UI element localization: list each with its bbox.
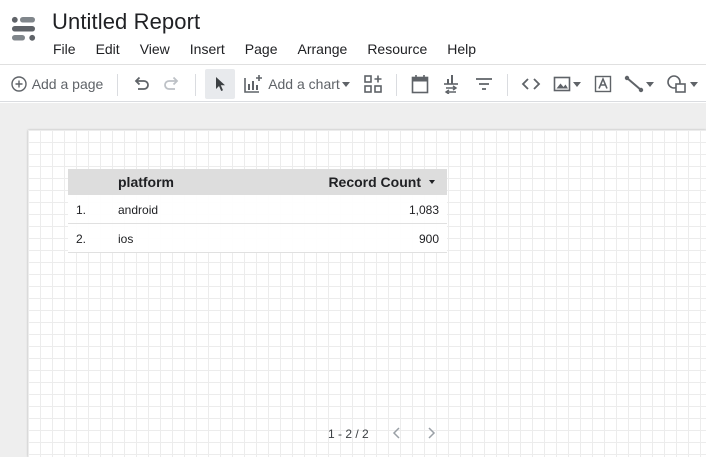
column-header-record-count[interactable]: Record Count — [328, 174, 421, 190]
menu-file[interactable]: File — [43, 40, 86, 58]
date-range-icon — [411, 75, 429, 94]
row-index: 2. — [76, 232, 87, 246]
chevron-left-icon[interactable] — [389, 425, 405, 441]
add-chart-icon — [244, 75, 263, 93]
filter-control-icon — [476, 78, 492, 90]
menu-arrange[interactable]: Arrange — [288, 40, 358, 58]
add-page-label: Add a page — [31, 76, 104, 92]
chevron-down-icon — [341, 81, 350, 87]
toolbar: Add a page Add a chart — [0, 64, 706, 102]
toolbar-divider — [507, 74, 508, 96]
filter-control-button[interactable] — [471, 69, 497, 99]
add-chart-label: Add a chart — [268, 76, 340, 92]
record-count-cell: 900 — [418, 232, 439, 246]
line-icon — [624, 75, 644, 93]
chevron-down-icon — [690, 81, 698, 87]
embed-url-button[interactable] — [518, 69, 544, 99]
shape-icon — [667, 75, 686, 93]
shape-button[interactable] — [662, 69, 702, 99]
embed-url-icon — [521, 78, 541, 90]
community-viz-button[interactable] — [360, 69, 386, 99]
platform-cell: ios — [118, 232, 134, 246]
menu-page[interactable]: Page — [235, 40, 288, 58]
record-count-cell: 1,083 — [408, 203, 439, 217]
toolbar-divider — [117, 74, 118, 96]
app-header: Untitled Report File Edit View Insert Pa… — [0, 0, 706, 64]
community-viz-icon — [364, 75, 382, 93]
pagination-label: 1 - 2 / 2 — [328, 427, 369, 441]
add-page-button[interactable]: Add a page — [7, 69, 107, 99]
table-row: 2. ios 900 — [68, 224, 447, 253]
redo-icon — [164, 76, 179, 90]
toolbar-divider — [396, 74, 397, 96]
undo-icon — [134, 76, 149, 90]
menu-edit[interactable]: Edit — [86, 40, 130, 58]
platform-cell: android — [118, 203, 159, 217]
table-row: 1. android 1,083 — [68, 195, 447, 224]
chevron-right-icon[interactable] — [423, 425, 439, 441]
report-page-canvas[interactable]: platform Record Count 1. android 1,083 2… — [28, 130, 706, 457]
select-cursor-icon — [216, 77, 225, 91]
data-studio-logo-icon[interactable] — [9, 14, 37, 44]
report-workspace: platform Record Count 1. android 1,083 2… — [0, 103, 706, 457]
line-button[interactable] — [621, 69, 657, 99]
select-button[interactable] — [205, 69, 235, 99]
image-button[interactable] — [549, 69, 585, 99]
toolbar-divider — [195, 74, 196, 96]
redo-button[interactable] — [159, 69, 185, 99]
report-title[interactable]: Untitled Report — [52, 9, 200, 35]
row-index: 1. — [76, 203, 87, 217]
add-page-icon — [10, 76, 27, 92]
chevron-down-icon — [573, 81, 581, 87]
menu-insert[interactable]: Insert — [180, 40, 235, 58]
table-chart[interactable]: platform Record Count 1. android 1,083 2… — [68, 169, 447, 253]
text-icon — [594, 75, 612, 93]
data-control-button[interactable] — [438, 69, 464, 99]
image-icon — [553, 76, 571, 92]
text-button[interactable] — [590, 69, 616, 99]
menu-view[interactable]: View — [130, 40, 180, 58]
table-header: platform Record Count — [68, 169, 447, 195]
date-range-button[interactable] — [407, 69, 433, 99]
add-chart-button[interactable]: Add a chart — [240, 69, 353, 99]
menu-resource[interactable]: Resource — [357, 40, 437, 58]
menu-bar: File Edit View Insert Page Arrange Resou… — [43, 40, 486, 58]
column-header-platform[interactable]: platform — [118, 174, 174, 190]
menu-help[interactable]: Help — [437, 40, 486, 58]
data-control-icon — [444, 75, 458, 94]
undo-button[interactable] — [128, 69, 154, 99]
sort-descending-icon[interactable] — [429, 180, 435, 184]
chevron-down-icon — [646, 81, 654, 87]
